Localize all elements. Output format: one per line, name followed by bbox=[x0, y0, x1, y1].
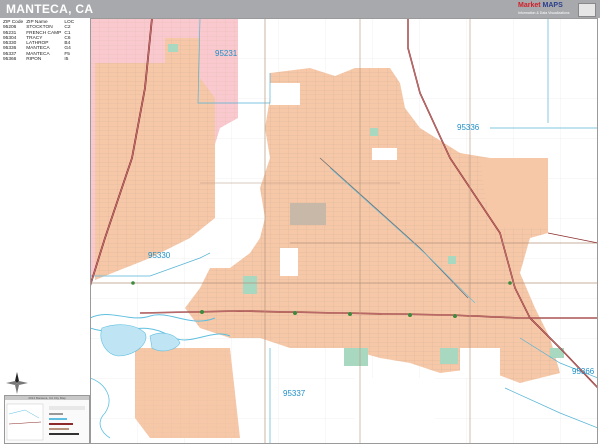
brand-name-suffix: MAPS bbox=[542, 2, 563, 9]
zip-label-95336: 95336 bbox=[457, 123, 480, 132]
road-marker bbox=[131, 281, 135, 285]
undeveloped-block bbox=[270, 83, 300, 105]
brand-tagline: Information & Data Visualizations bbox=[518, 11, 570, 15]
park bbox=[344, 348, 368, 366]
zip-label-95330: 95330 bbox=[148, 251, 171, 260]
zip-label-95231: 95231 bbox=[215, 49, 238, 58]
zip-label-95337: 95337 bbox=[283, 389, 306, 398]
legend-row: 95366 RIPON I5 bbox=[3, 57, 77, 62]
road-marker bbox=[293, 311, 297, 315]
legend-row: 95336 MANTECA G4 bbox=[3, 46, 77, 51]
compass-rose bbox=[6, 372, 28, 394]
map-title: MANTECA, CA bbox=[6, 2, 94, 16]
road-marker bbox=[453, 314, 457, 318]
park bbox=[448, 256, 456, 264]
title-bar: MANTECA, CA Market MAPS Information & Da… bbox=[0, 0, 600, 18]
legend-zip: 95366 bbox=[3, 57, 17, 63]
brand-logo: Market MAPS Information & Data Visualiza… bbox=[518, 2, 596, 17]
park bbox=[168, 44, 178, 52]
southwest-streets bbox=[135, 348, 240, 438]
undeveloped-block bbox=[460, 348, 500, 378]
park bbox=[370, 128, 378, 136]
inset-drawing bbox=[6, 403, 85, 441]
park bbox=[440, 348, 458, 364]
zip-legend-table: ZIP Code ZIP Name LOC 95206 STOCKTON C2 95… bbox=[3, 20, 77, 62]
road-marker bbox=[408, 313, 412, 317]
zip-label-95366: 95366 bbox=[572, 367, 595, 376]
airport-area bbox=[290, 203, 326, 225]
undeveloped-block bbox=[355, 378, 435, 444]
undeveloped-block bbox=[372, 148, 397, 160]
inset-overview-map: 2014 Manteca, CA City Map bbox=[4, 395, 90, 444]
park bbox=[243, 276, 257, 294]
brand-name-prefix: Market bbox=[518, 2, 541, 9]
road-marker bbox=[508, 281, 512, 285]
legend-row: 95206 STOCKTON C2 bbox=[3, 25, 77, 30]
legend-name: RIPON bbox=[26, 57, 42, 63]
brand-badge bbox=[578, 3, 596, 17]
legend-loc: I5 bbox=[64, 57, 69, 63]
road-marker bbox=[348, 312, 352, 316]
map-canvas[interactable]: 95231 95336 95330 95337 95366 bbox=[90, 18, 598, 444]
undeveloped-block bbox=[280, 248, 298, 276]
road-marker bbox=[200, 310, 204, 314]
zip-legend: ZIP Code ZIP Name LOC 95206 STOCKTON C2 95… bbox=[0, 18, 90, 72]
